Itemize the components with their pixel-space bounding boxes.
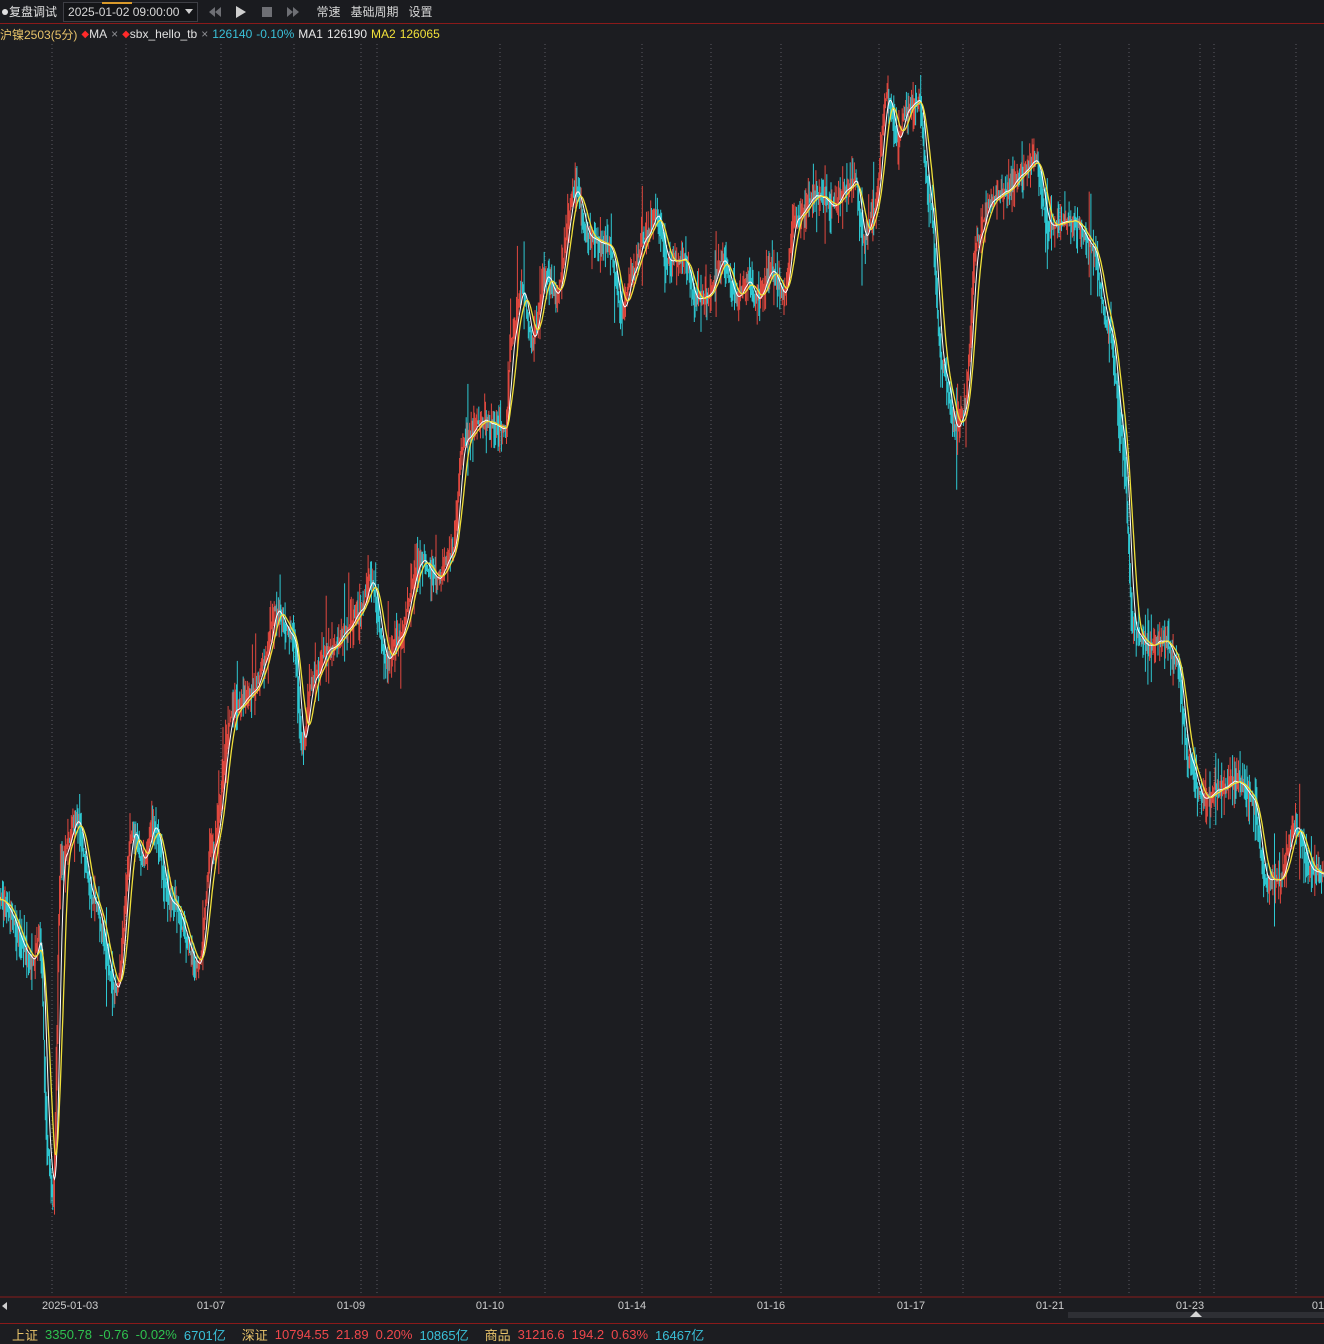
- time-tick-label: 01-07: [196, 1300, 226, 1312]
- index-value: 10794.55: [274, 1326, 330, 1342]
- index-sh[interactable]: 上证 3350.78 -0.76 -0.02% 6701亿: [12, 1325, 226, 1344]
- price-chart[interactable]: [0, 0, 1324, 1344]
- index-amount: 16467亿: [655, 1327, 705, 1343]
- chart-scrollbar[interactable]: [1068, 1311, 1324, 1318]
- ma1-line: [0, 99, 1324, 1181]
- ma2-line: [0, 101, 1324, 1156]
- index-value: 3350.78: [45, 1326, 93, 1342]
- index-sz[interactable]: 深证 10794.55 21.89 0.20% 10865亿: [242, 1325, 469, 1344]
- index-commodity[interactable]: 商品 31216.6 194.2 0.63% 16467亿: [485, 1325, 705, 1344]
- index-amount: 6701亿: [183, 1327, 226, 1343]
- time-tick-label: 01-16: [756, 1300, 786, 1312]
- index-name: 商品: [484, 1327, 511, 1343]
- time-tick-label: 01-17: [896, 1300, 926, 1312]
- index-name: 上证: [12, 1327, 39, 1343]
- index-change: -0.76: [99, 1326, 129, 1342]
- market-status-bar: 上证 3350.78 -0.76 -0.02% 6701亿 深证 10794.5…: [0, 1323, 1324, 1344]
- scroll-left-icon[interactable]: [2, 1302, 7, 1310]
- time-tick-label: 01-21: [1035, 1300, 1065, 1312]
- scroll-marker-icon[interactable]: [1190, 1311, 1202, 1317]
- index-name: 深证: [241, 1327, 268, 1343]
- time-tick-label: 01-14: [617, 1300, 647, 1312]
- index-amount: 10865亿: [419, 1327, 469, 1343]
- time-tick-label: 2025-01-03: [42, 1300, 99, 1312]
- time-tick-label: 01-09: [336, 1300, 366, 1312]
- index-change: 194.2: [571, 1326, 605, 1342]
- index-pct: -0.02%: [135, 1326, 177, 1342]
- index-pct: 0.20%: [375, 1326, 413, 1342]
- index-value: 31216.6: [517, 1326, 565, 1342]
- index-change: 21.89: [336, 1326, 369, 1342]
- time-tick-label: 01-10: [475, 1300, 505, 1312]
- index-pct: 0.63%: [611, 1326, 649, 1342]
- candles: [0, 75, 1324, 1215]
- time-tick-label: 01: [1311, 1300, 1324, 1312]
